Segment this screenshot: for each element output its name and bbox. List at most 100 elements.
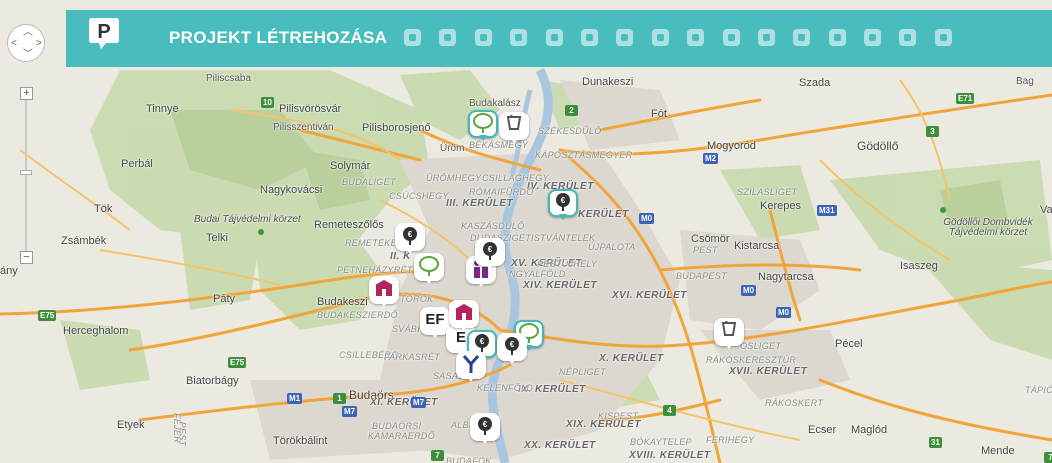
mail-icon[interactable] xyxy=(899,29,917,46)
pan-right-icon[interactable]: > xyxy=(36,39,42,49)
place-label: Va xyxy=(1040,204,1052,216)
district-label: XIV. KERÜLET xyxy=(523,280,597,291)
neighbourhood-label: SZÉKESDŰLŐ xyxy=(538,126,602,136)
svg-text:€: € xyxy=(408,230,413,239)
neighbourhood-label: FARKASRÉT xyxy=(384,352,441,362)
road-shield: M0 xyxy=(639,213,655,224)
neighbourhood-label: BUDAPEST xyxy=(676,271,727,281)
place-label: Biatorbágy xyxy=(186,375,239,387)
map-marker-tent[interactable] xyxy=(369,276,399,308)
neighbourhood-label: NÉPLIGET xyxy=(559,367,606,377)
shop-icon[interactable] xyxy=(404,29,421,46)
neighbourhood-label: PEST xyxy=(693,245,718,255)
place-label: Perbál xyxy=(121,158,153,170)
neighbourhood-label: KAMARAERDŐ xyxy=(368,431,436,441)
money-icon: € xyxy=(470,416,500,442)
hourglass-icon[interactable] xyxy=(687,29,705,46)
map-marker-money[interactable]: € xyxy=(470,413,500,445)
cart-icon xyxy=(714,320,744,345)
neighbourhood-label: TÖRÖK xyxy=(400,294,434,304)
zoom-out-button[interactable]: − xyxy=(20,251,33,264)
pan-down-icon[interactable]: ﹀ xyxy=(23,50,33,60)
bicycle-icon[interactable] xyxy=(439,29,457,46)
tree-icon[interactable] xyxy=(793,29,811,46)
place-label: Tök xyxy=(94,203,113,215)
place-label: Nagykovácsi xyxy=(260,184,323,196)
place-label: Etyek xyxy=(117,419,145,431)
road-shield: M2 xyxy=(703,153,719,164)
place-label: Nagytarcsa xyxy=(758,271,814,283)
neighbourhood-label: BUDAKESZIERDŐ xyxy=(317,310,398,320)
map-canvas[interactable]: Piliscsaba Tinnye Pilisvörösvár Pilissze… xyxy=(0,0,1052,463)
district-label: III. KERÜLET xyxy=(446,198,514,209)
map-marker-money[interactable]: € xyxy=(475,238,505,270)
svg-text:€: € xyxy=(510,340,515,349)
pan-control[interactable]: ︿ < > ﹀ xyxy=(7,24,45,62)
map-marker-tent[interactable] xyxy=(449,300,479,332)
road-shield: M7 xyxy=(342,406,358,417)
eye-icon[interactable] xyxy=(828,29,846,46)
box-icon[interactable] xyxy=(545,29,563,46)
place-label: Herceghalom xyxy=(63,325,129,337)
map-marker-money[interactable]: € xyxy=(548,189,578,221)
road-shield: E71 xyxy=(956,93,975,104)
road-shield: E75 xyxy=(38,310,57,321)
place-label: Isaszeg xyxy=(900,260,938,272)
district-label: XVI. KERÜLET xyxy=(612,290,687,301)
pan-left-icon[interactable]: < xyxy=(11,39,17,49)
tent-icon xyxy=(449,303,479,327)
neighbourhood-label: ÜRÖMHEGY xyxy=(426,173,482,183)
zoom-track[interactable] xyxy=(25,97,27,263)
place-label: Pécel xyxy=(835,338,863,350)
place-label: Budakalász xyxy=(469,98,521,109)
create-project-link[interactable]: PROJEKT LÉTREHOZÁSA xyxy=(169,28,387,48)
tent-icon xyxy=(369,279,399,303)
place-label: Fót xyxy=(651,108,667,120)
ball-icon[interactable] xyxy=(580,29,598,46)
helmet-icon[interactable] xyxy=(616,29,634,46)
neighbourhood-label: TÁPIÓS xyxy=(1025,385,1052,395)
pause-icon[interactable] xyxy=(651,29,669,46)
zoom-slider-handle[interactable] xyxy=(20,170,32,175)
info-icon[interactable] xyxy=(934,29,952,46)
leaf-icon[interactable] xyxy=(510,29,528,46)
road-shield: M0 xyxy=(741,285,757,296)
neighbourhood-label: BÓKAYTELEP xyxy=(630,437,692,447)
place-label: Ecser xyxy=(808,424,837,436)
district-label: XI. KERÜLET xyxy=(370,397,438,408)
road-shield: 4 xyxy=(663,405,676,416)
road-shield: 3 xyxy=(926,126,939,137)
camera-icon[interactable] xyxy=(474,29,492,46)
map-marker-cart[interactable] xyxy=(714,318,744,350)
place-label: Maglód xyxy=(851,424,888,436)
map-marker-money[interactable]: € xyxy=(497,333,527,365)
neighbourhood-label: CSILLAGHEGY xyxy=(482,173,549,183)
robot-icon[interactable] xyxy=(864,29,882,46)
map-marker-money[interactable]: € xyxy=(395,223,425,255)
road-sign-icon[interactable] xyxy=(757,29,775,46)
neighbourhood-label: BUDAFOK xyxy=(446,456,492,463)
svg-text:€: € xyxy=(488,245,493,254)
park-label: Budai Tájvédelmi körzet xyxy=(194,214,301,225)
map-marker-cart[interactable] xyxy=(499,112,529,144)
building-icon[interactable] xyxy=(722,29,740,46)
road-shield: 10 xyxy=(261,97,274,108)
road-shield: M7 xyxy=(411,397,427,408)
road-shield: M1 xyxy=(287,393,303,404)
logo-icon[interactable]: P xyxy=(88,16,120,50)
pan-up-icon[interactable]: ︿ xyxy=(23,28,33,38)
svg-text:€: € xyxy=(483,420,488,429)
map-marker-tree[interactable] xyxy=(414,253,444,285)
map-marker-fork[interactable] xyxy=(456,351,486,383)
road-shield: 31 xyxy=(929,437,942,448)
zoom-in-button[interactable]: + xyxy=(20,87,33,100)
neighbourhood-label: RÓMAIFÜRDŐ xyxy=(469,187,534,197)
place-label: Bag xyxy=(1016,76,1034,87)
cart-icon xyxy=(499,114,529,139)
road-shield: 7 xyxy=(1044,452,1052,463)
tree-icon xyxy=(414,256,444,282)
neighbourhood-label: PEST xyxy=(177,421,188,447)
svg-text:€: € xyxy=(561,196,566,205)
map-marker-tree[interactable] xyxy=(468,110,498,142)
place-label: Remeteszőlős xyxy=(314,219,384,231)
